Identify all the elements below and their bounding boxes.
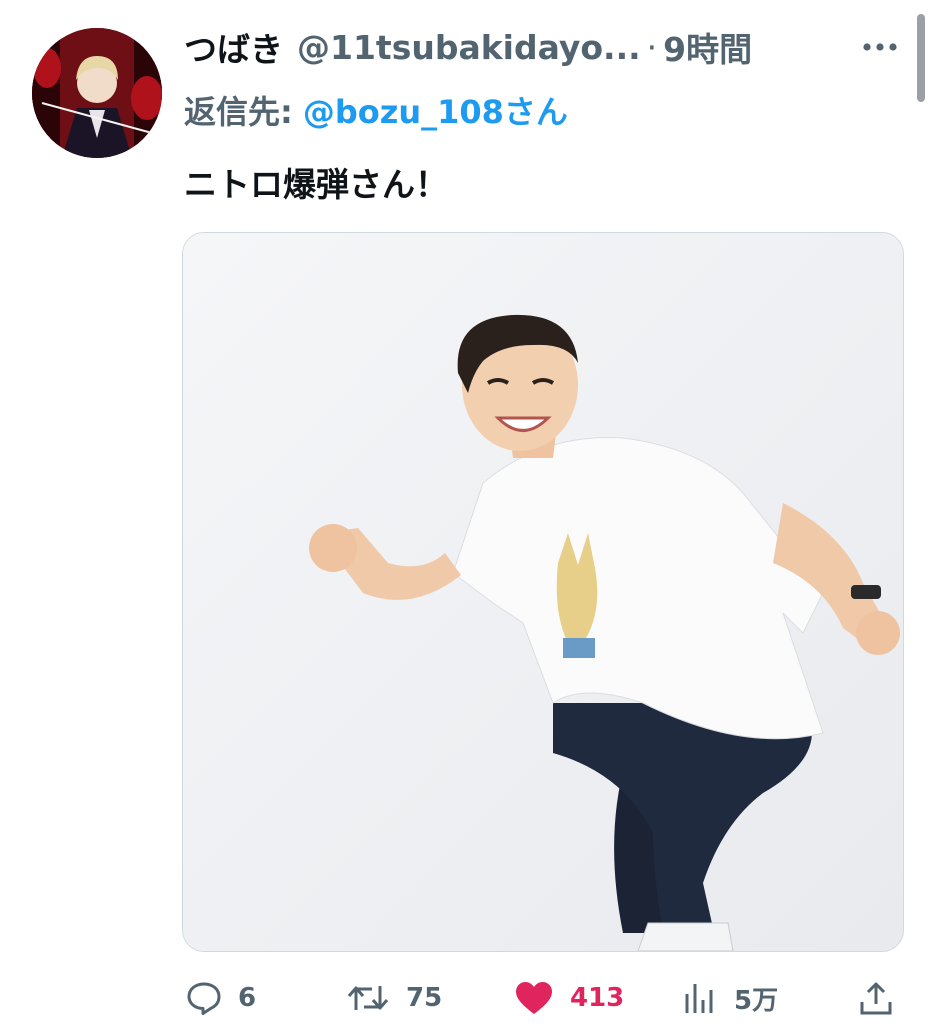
reply-prefix: 返信先: xyxy=(184,93,293,131)
author-display-name[interactable]: つばき xyxy=(184,23,283,71)
views-count: 5万 xyxy=(734,985,779,1016)
share-icon xyxy=(858,980,894,1016)
retweet-icon xyxy=(346,980,390,1016)
retweet-count: 75 xyxy=(406,983,443,1013)
views-button[interactable]: 5万 xyxy=(682,972,778,1024)
reply-mention-link[interactable]: @bozu_108さん xyxy=(303,87,568,133)
heart-icon xyxy=(514,980,554,1016)
avatar-image xyxy=(32,28,162,158)
retweet-button[interactable]: 75 xyxy=(346,972,442,1024)
views-icon xyxy=(682,980,718,1016)
like-button[interactable]: 413 xyxy=(514,972,624,1024)
more-dots-icon xyxy=(863,43,897,51)
like-count: 413 xyxy=(570,983,625,1013)
reply-count: 6 xyxy=(238,983,257,1013)
tweet-actions: 6 75 413 5万 xyxy=(182,972,902,1024)
author-avatar[interactable] xyxy=(32,28,162,158)
tweet-photo[interactable] xyxy=(182,232,904,952)
share-button[interactable] xyxy=(858,972,894,1024)
more-options-button[interactable] xyxy=(858,30,902,64)
photo-person xyxy=(183,233,903,951)
header-separator: · xyxy=(646,27,658,67)
author-handle[interactable]: @11tsubakidayo... xyxy=(297,28,641,67)
reply-context: 返信先: @bozu_108さん xyxy=(184,86,568,134)
tweet-timestamp[interactable]: 9時間 xyxy=(663,23,752,71)
reply-button[interactable]: 6 xyxy=(186,972,256,1024)
reply-icon xyxy=(186,980,222,1016)
tweet-header: つばき @11tsubakidayo... · 9時間 xyxy=(184,22,844,72)
scrollbar-thumb[interactable] xyxy=(917,14,925,102)
tweet-text: ニトロ爆弾さん！ xyxy=(184,165,448,204)
